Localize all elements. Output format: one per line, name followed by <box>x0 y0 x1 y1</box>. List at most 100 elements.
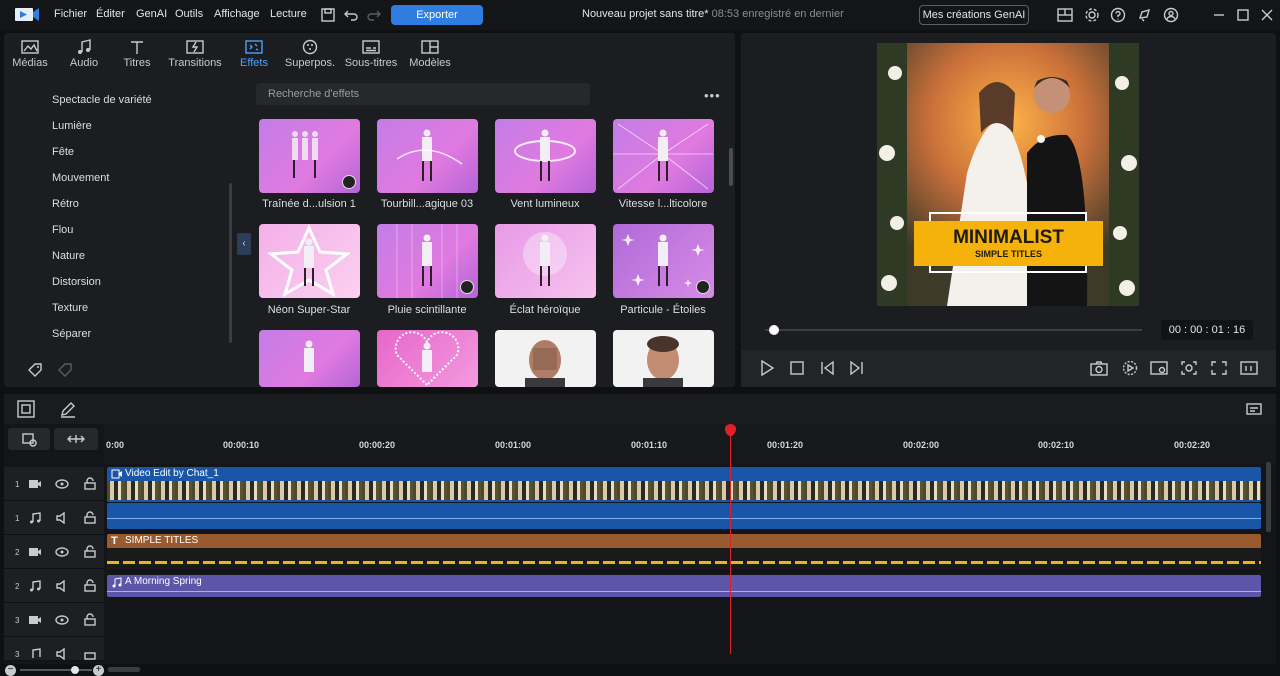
export-button[interactable]: Exporter <box>391 5 483 25</box>
lock-icon[interactable] <box>84 545 96 558</box>
preview-canvas[interactable]: MINIMALIST SIMPLE TITLES <box>877 43 1139 306</box>
notification-icon[interactable] <box>1137 7 1153 23</box>
zoom-out-icon[interactable]: − <box>5 665 16 676</box>
timeline-vertical-scrollbar[interactable] <box>1266 462 1271 532</box>
effect-thumbnail[interactable] <box>259 119 360 193</box>
download-icon[interactable] <box>460 280 474 294</box>
aspect-ratio-icon[interactable] <box>1240 360 1258 376</box>
effect-thumbnail[interactable] <box>495 224 596 298</box>
snapshot-icon[interactable] <box>1090 360 1108 376</box>
timeline-horizontal-scrollbar[interactable] <box>108 667 140 672</box>
effect-thumbnail[interactable] <box>613 119 714 193</box>
effect-thumbnail[interactable] <box>613 224 714 298</box>
speaker-icon[interactable] <box>55 512 69 524</box>
menu-fichier[interactable]: Fichier <box>54 8 87 20</box>
title-clip[interactable]: T SIMPLE TITLES <box>107 534 1261 569</box>
download-icon[interactable] <box>342 175 356 189</box>
fit-timeline-button[interactable] <box>54 428 98 450</box>
category-item[interactable]: Spectacle de variété <box>52 94 152 106</box>
account-icon[interactable] <box>1163 7 1179 23</box>
video-audio-clip[interactable] <box>107 503 1261 529</box>
remove-tag-icon[interactable] <box>56 361 74 379</box>
next-frame-icon[interactable] <box>849 360 865 376</box>
category-item[interactable]: Rétro <box>52 198 79 210</box>
speaker-icon[interactable] <box>55 648 69 660</box>
display-settings-icon[interactable] <box>1150 360 1168 376</box>
tab-sous-titres[interactable]: Sous-titres <box>342 39 400 69</box>
lock-icon[interactable] <box>84 511 96 524</box>
effects-search-input[interactable]: Recherche d'effets <box>256 83 590 105</box>
timeline-layout-icon[interactable] <box>17 400 35 418</box>
menu-editer[interactable]: Éditer <box>96 8 125 20</box>
lock-icon[interactable] <box>84 613 96 626</box>
tab-superpos[interactable]: Superpos. <box>281 39 339 69</box>
title-overlay[interactable]: MINIMALIST SIMPLE TITLES <box>914 221 1103 266</box>
tab-modeles[interactable]: Modèles <box>401 39 459 69</box>
minimize-icon[interactable] <box>1211 7 1227 23</box>
stop-icon[interactable] <box>789 360 805 376</box>
category-item[interactable]: Texture <box>52 302 88 314</box>
eye-icon[interactable] <box>55 478 69 490</box>
menu-affichage[interactable]: Affichage <box>214 8 260 20</box>
category-item[interactable]: Séparer <box>52 328 91 340</box>
effect-thumbnail[interactable] <box>377 119 478 193</box>
speaker-icon[interactable] <box>55 580 69 592</box>
category-item[interactable]: Lumière <box>52 120 92 132</box>
lock-icon[interactable] <box>84 477 96 490</box>
undo-icon[interactable] <box>343 7 359 23</box>
category-item[interactable]: Flou <box>52 224 73 236</box>
effect-thumbnail[interactable] <box>495 330 596 387</box>
zoom-slider-handle[interactable] <box>71 666 79 674</box>
timeline-settings-icon[interactable] <box>1245 400 1263 418</box>
category-item[interactable]: Distorsion <box>52 276 101 288</box>
eye-icon[interactable] <box>55 614 69 626</box>
category-scrollbar[interactable] <box>229 183 232 343</box>
zoom-fit-icon[interactable] <box>1180 360 1198 376</box>
tab-medias[interactable]: Médias <box>1 39 59 69</box>
menu-lecture[interactable]: Lecture <box>270 8 307 20</box>
help-icon[interactable] <box>1110 7 1126 23</box>
menu-outils[interactable]: Outils <box>175 8 203 20</box>
effects-scrollbar[interactable] <box>729 148 733 186</box>
lock-icon[interactable] <box>84 647 96 660</box>
redo-icon[interactable] <box>366 7 382 23</box>
previous-frame-icon[interactable] <box>819 360 835 376</box>
effect-thumbnail[interactable] <box>377 224 478 298</box>
lock-icon[interactable] <box>84 579 96 592</box>
effect-thumbnail[interactable] <box>613 330 714 387</box>
tab-titres[interactable]: Titres <box>108 39 166 69</box>
add-tag-icon[interactable] <box>26 361 44 379</box>
music-clip[interactable]: A Morning Spring <box>107 575 1261 597</box>
playhead[interactable] <box>730 430 731 654</box>
maximize-icon[interactable] <box>1235 7 1251 23</box>
close-icon[interactable] <box>1259 7 1275 23</box>
gear-icon[interactable] <box>1084 7 1100 23</box>
collapse-categories-button[interactable]: ‹ <box>237 233 251 255</box>
track-manager-button[interactable] <box>8 428 50 450</box>
menu-genai[interactable]: GenAI <box>136 8 167 20</box>
more-options-icon[interactable]: ••• <box>704 88 721 103</box>
effect-thumbnail[interactable] <box>495 119 596 193</box>
effect-thumbnail[interactable] <box>377 330 478 387</box>
effect-thumbnail[interactable] <box>259 224 360 298</box>
genai-creations-button[interactable]: Mes créations GenAI <box>919 5 1029 25</box>
category-item[interactable]: Nature <box>52 250 85 262</box>
save-icon[interactable] <box>320 7 336 23</box>
tab-audio[interactable]: Audio <box>55 39 113 69</box>
tab-effets[interactable]: Effets <box>225 39 283 69</box>
tab-transitions[interactable]: Transitions <box>166 39 224 69</box>
preview-quality-icon[interactable] <box>1121 360 1139 376</box>
play-icon[interactable] <box>759 360 775 376</box>
timeline-ruler[interactable] <box>104 424 1276 464</box>
layout-icon[interactable] <box>1057 7 1073 23</box>
playback-scrubber[interactable] <box>765 329 1142 331</box>
eye-icon[interactable] <box>55 546 69 558</box>
zoom-slider[interactable] <box>20 669 92 671</box>
effect-thumbnail[interactable] <box>259 330 360 387</box>
fullscreen-icon[interactable] <box>1210 360 1228 376</box>
category-item[interactable]: Mouvement <box>52 172 109 184</box>
download-icon[interactable] <box>696 280 710 294</box>
video-clip[interactable]: Video Edit by Chat_1 <box>107 467 1261 502</box>
zoom-in-icon[interactable]: + <box>93 665 104 676</box>
scrubber-handle[interactable] <box>769 325 779 335</box>
